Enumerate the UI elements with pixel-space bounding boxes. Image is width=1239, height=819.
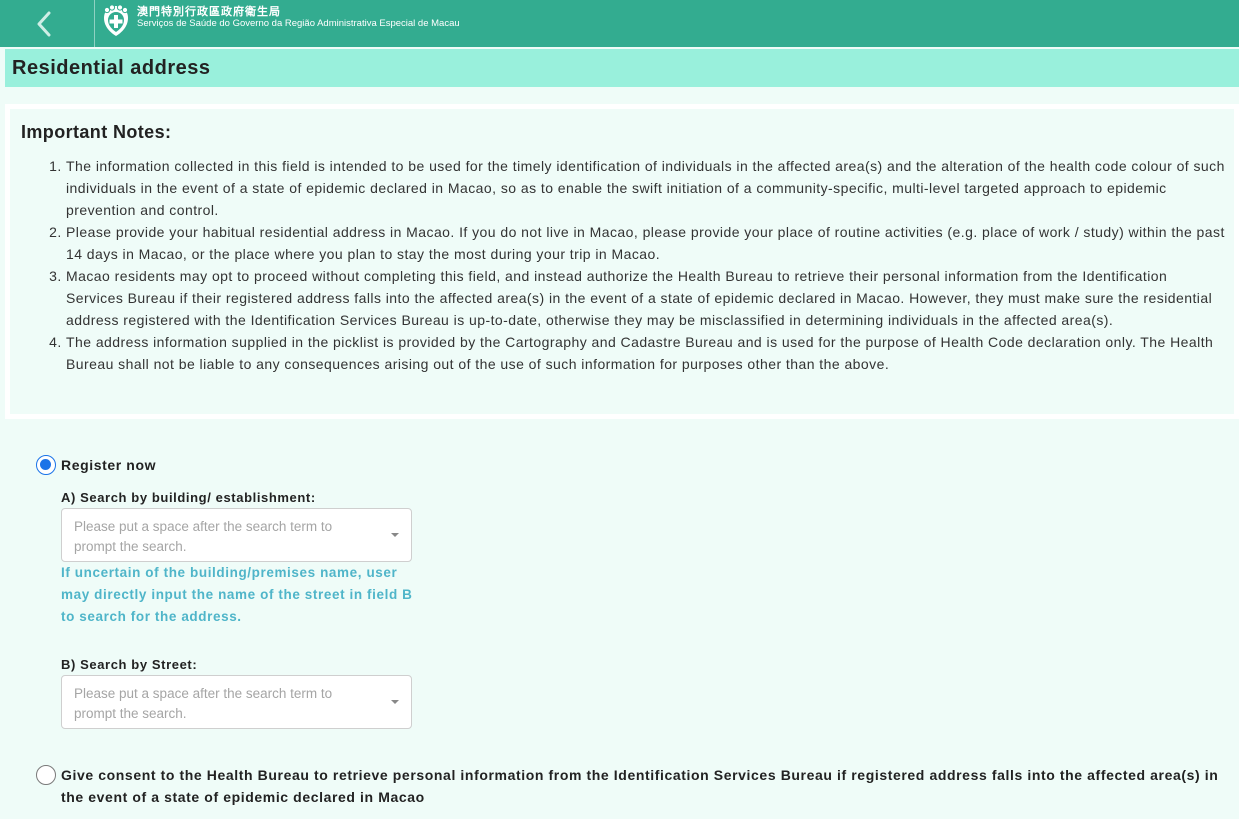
search-building-label: A) Search by building/ establishment: xyxy=(61,490,316,505)
chevron-left-icon xyxy=(37,11,51,36)
search-building-placeholder: Please put a space after the search term… xyxy=(74,519,333,554)
note-item: Please provide your habitual residential… xyxy=(66,221,1228,265)
org-name-chinese: 澳門特別行政區政府衛生局 xyxy=(137,5,281,18)
caret-down-icon xyxy=(391,533,399,537)
search-street-select[interactable]: Please put a space after the search term… xyxy=(61,675,412,729)
section-title-bar: Residential address xyxy=(5,49,1239,87)
search-street-label: B) Search by Street: xyxy=(61,657,198,672)
notes-heading: Important Notes: xyxy=(21,122,172,142)
note-item: The address information supplied in the … xyxy=(66,331,1228,375)
search-hint-text: If uncertain of the building/premises na… xyxy=(61,565,413,624)
important-notes-panel: Important Notes: The information collect… xyxy=(5,104,1239,419)
notes-list: The information collected in this field … xyxy=(40,155,1228,375)
consent-label[interactable]: Give consent to the Health Bureau to ret… xyxy=(61,764,1221,808)
note-item: Macao residents may opt to proceed witho… xyxy=(66,265,1228,331)
search-street-placeholder: Please put a space after the search term… xyxy=(74,686,333,721)
page-title: Residential address xyxy=(12,57,211,79)
search-building-select[interactable]: Please put a space after the search term… xyxy=(61,508,412,562)
register-now-label[interactable]: Register now xyxy=(61,454,156,476)
org-name-portuguese: Serviços de Saúde do Governo da Região A… xyxy=(137,18,460,29)
register-now-radio[interactable] xyxy=(36,455,56,475)
caret-down-icon xyxy=(391,700,399,704)
back-button[interactable] xyxy=(0,0,95,47)
consent-radio[interactable] xyxy=(36,765,56,785)
note-item: The information collected in this field … xyxy=(66,155,1228,221)
health-bureau-logo-icon xyxy=(103,4,129,36)
app-header: 澳門特別行政區政府衛生局 Serviços de Saúde do Govern… xyxy=(0,0,1239,47)
